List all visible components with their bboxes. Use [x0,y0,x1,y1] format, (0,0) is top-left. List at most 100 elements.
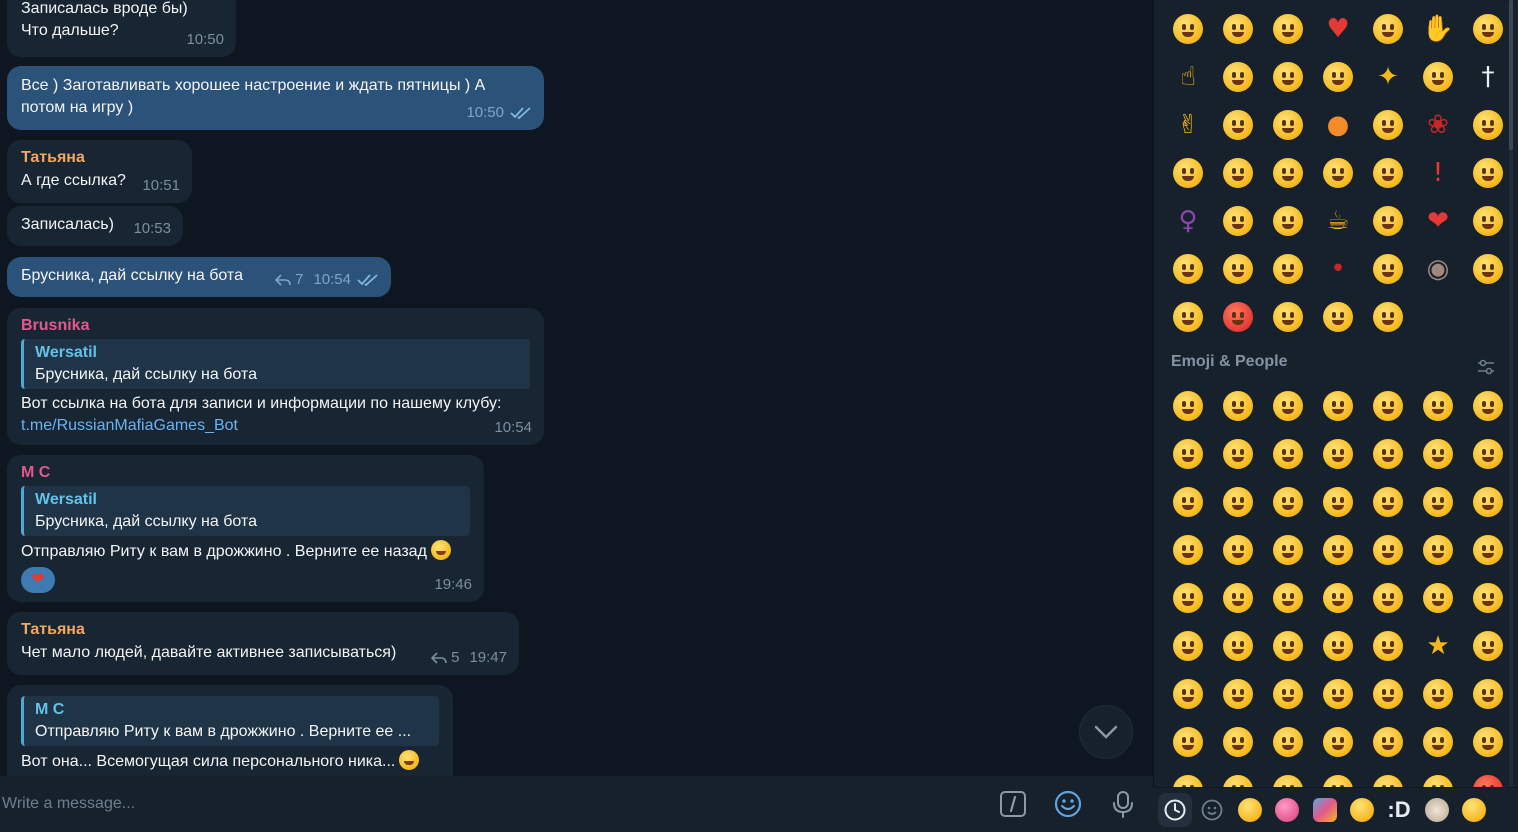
emoji-button[interactable] [1463,478,1513,526]
emoji-button[interactable] [1313,670,1363,718]
message-bubble[interactable]: M C Wersatil Брусника, дай ссылку на бот… [7,455,484,602]
emoji-scrollbar[interactable] [1509,0,1513,832]
emoji-button[interactable] [1363,526,1413,574]
tab-emoji[interactable] [1195,793,1229,827]
message-bubble[interactable]: M C Отправляю Риту к вам в дрожжино . Ве… [7,685,453,776]
emoji-button[interactable] [1163,574,1213,622]
emoji-button[interactable]: ● [1313,101,1363,149]
emoji-button[interactable] [1363,622,1413,670]
emoji-button[interactable]: ✋ [1413,5,1463,53]
emoji-button[interactable]: ✌ [1163,101,1213,149]
emoji-button[interactable] [1263,718,1313,766]
emoji-button[interactable] [1463,149,1513,197]
emoji-button[interactable] [1213,101,1263,149]
emoji-button[interactable] [1263,149,1313,197]
emoji-button[interactable] [1213,149,1263,197]
emoji-button[interactable] [1363,245,1413,293]
emoji-button[interactable] [1213,430,1263,478]
emoji-button[interactable] [1313,293,1363,341]
emoji-button[interactable] [1413,718,1463,766]
emoji-button[interactable] [1213,670,1263,718]
bot-link[interactable]: t.me/RussianMafiaGames_Bot [21,415,530,437]
emoji-button[interactable] [1313,149,1363,197]
emoji-button[interactable]: ★ [1413,622,1463,670]
emoji-button[interactable] [1463,101,1513,149]
voice-record-button[interactable] [1107,788,1139,820]
reply-quote[interactable]: Wersatil Брусника, дай ссылку на бота [21,339,530,389]
replies-counter[interactable]: 5 [431,647,459,669]
emoji-button[interactable] [1052,788,1084,820]
message-bubble[interactable]: Татьяна А где ссылка? 10:51 [7,140,192,203]
emoji-button[interactable] [1463,245,1513,293]
emoji-button[interactable] [1163,245,1213,293]
emoji-button[interactable] [1413,766,1463,787]
emoji-button[interactable] [1463,622,1513,670]
emoji-button[interactable] [1263,766,1313,787]
emoji-button[interactable] [1213,245,1263,293]
emoji-button[interactable] [1413,478,1463,526]
section-settings-button[interactable] [1475,356,1497,378]
emoji-button[interactable] [1263,382,1313,430]
emoji-button[interactable]: ❤ [1413,197,1463,245]
emoji-button[interactable] [1263,293,1313,341]
emoji-button[interactable] [1263,197,1313,245]
emoji-button[interactable] [1313,622,1363,670]
emoji-button[interactable] [1363,478,1413,526]
emoji-button[interactable]: ♀ [1163,197,1213,245]
emoji-button[interactable] [1463,430,1513,478]
tab-sticker-pack-1[interactable] [1233,793,1267,827]
emoji-button[interactable] [1263,574,1313,622]
emoji-button[interactable]: † [1463,53,1513,101]
emoji-button[interactable] [1413,382,1463,430]
scroll-to-bottom-button[interactable] [1079,705,1133,759]
emoji-button[interactable] [1263,622,1313,670]
emoji-button[interactable] [1213,766,1263,787]
message-bubble[interactable]: Brusnika Wersatil Брусника, дай ссылку н… [7,308,544,445]
emoji-button[interactable] [1363,197,1413,245]
emoji-button[interactable] [1363,574,1413,622]
emoji-button[interactable] [1213,574,1263,622]
emoji-button[interactable] [1363,430,1413,478]
emoji-button[interactable] [1413,670,1463,718]
emoji-button[interactable] [1163,382,1213,430]
emoji-button[interactable] [1313,526,1363,574]
emoji-button[interactable] [1263,670,1313,718]
emoji-button[interactable] [1213,382,1263,430]
heart-reaction-button[interactable]: ❤ [21,567,55,593]
emoji-button[interactable] [1213,197,1263,245]
emoji-button[interactable] [1313,478,1363,526]
emoji-button[interactable] [1213,53,1263,101]
emoji-button[interactable] [1463,574,1513,622]
emoji-button[interactable]: • [1313,245,1363,293]
reply-quote[interactable]: M C Отправляю Риту к вам в дрожжино . Ве… [21,696,439,746]
emoji-button[interactable] [1463,766,1513,787]
replies-counter[interactable]: 7 [275,269,303,291]
tab-sticker-pack-3[interactable] [1308,793,1342,827]
emoji-button[interactable] [1213,526,1263,574]
emoji-button[interactable] [1263,478,1313,526]
emoji-button[interactable]: ❀ [1413,101,1463,149]
emoji-button[interactable] [1163,478,1213,526]
emoji-button[interactable] [1163,766,1213,787]
emoji-button[interactable] [1313,718,1363,766]
emoji-button[interactable] [1263,53,1313,101]
emoji-button[interactable] [1363,101,1413,149]
emoji-button[interactable] [1263,430,1313,478]
emoji-button[interactable] [1163,526,1213,574]
emoji-button[interactable] [1463,526,1513,574]
sender-name[interactable]: Татьяна [21,148,178,168]
commands-button[interactable] [997,788,1029,820]
emoji-button[interactable] [1163,670,1213,718]
emoji-button[interactable] [1363,382,1413,430]
emoji-button[interactable] [1163,430,1213,478]
emoji-button[interactable]: ♥ [1313,5,1363,53]
sender-name[interactable]: Brusnika [21,316,530,336]
emoji-button[interactable]: ! [1413,149,1463,197]
message-bubble[interactable]: Брусника, дай ссылку на бота 7 10:54 [7,257,391,297]
emoji-button[interactable] [1413,574,1463,622]
tab-recent[interactable] [1158,793,1192,827]
emoji-button[interactable] [1363,718,1413,766]
emoji-button[interactable] [1163,622,1213,670]
emoji-button[interactable] [1163,718,1213,766]
emoji-button[interactable]: ☕ [1313,197,1363,245]
